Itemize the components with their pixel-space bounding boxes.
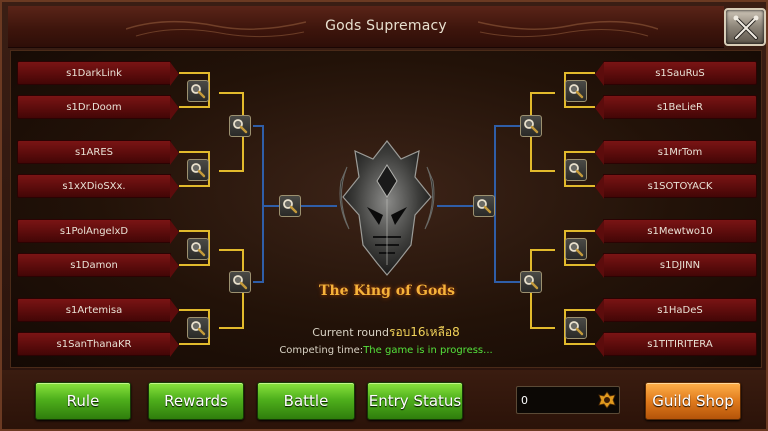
- current-round-label: Current round: [312, 326, 389, 339]
- player-slot-right-6[interactable]: s1DJINN: [595, 253, 757, 278]
- rewards-button[interactable]: Rewards: [148, 382, 244, 420]
- current-round-value: รอบ16เหลือ8: [389, 325, 460, 339]
- player-slot-left-8[interactable]: s1SanThanaKR: [17, 332, 179, 357]
- player-slot-right-5[interactable]: s1Mewtwo10: [595, 219, 757, 244]
- bottom-toolbar: Rule Rewards Battle Report Entry Status …: [2, 370, 766, 429]
- close-button[interactable]: [724, 8, 766, 46]
- magnifier-icon: [233, 275, 248, 290]
- rule-button[interactable]: Rule: [35, 382, 131, 420]
- entry-status-button[interactable]: Entry Status: [367, 382, 463, 420]
- token-count-value: 0: [521, 394, 528, 407]
- player-slot-right-3[interactable]: s1MrTom: [595, 140, 757, 165]
- magnifier-icon: [569, 84, 584, 99]
- window-title: Gods Supremacy: [325, 18, 447, 34]
- god-token-icon: [598, 391, 616, 409]
- match-view-button[interactable]: [565, 159, 587, 181]
- king-of-gods-title: The King of Gods: [319, 283, 455, 299]
- player-slot-left-2[interactable]: s1Dr.Doom: [17, 95, 179, 120]
- player-slot-right-4[interactable]: s1SOTOYACK: [595, 174, 757, 199]
- player-slot-left-1[interactable]: s1DarkLink: [17, 61, 179, 86]
- match-view-button[interactable]: [229, 115, 251, 137]
- token-counter: 0: [516, 386, 620, 414]
- match-view-button[interactable]: [565, 238, 587, 260]
- competing-time-line: Competing time:The game is in progress..…: [241, 345, 531, 356]
- player-slot-right-7[interactable]: s1HaDeS: [595, 298, 757, 323]
- magnifier-icon: [191, 321, 206, 336]
- player-slot-right-8[interactable]: s1TITIRITERA: [595, 332, 757, 357]
- match-view-button[interactable]: [187, 317, 209, 339]
- match-view-button[interactable]: [565, 317, 587, 339]
- magnifier-icon: [283, 199, 298, 214]
- tournament-bracket: s1DarkLink s1Dr.Doom s1ARES s1xXDioSXx. …: [10, 50, 762, 368]
- match-view-button[interactable]: [187, 80, 209, 102]
- player-slot-left-6[interactable]: s1Damon: [17, 253, 179, 278]
- match-view-button[interactable]: [229, 271, 251, 293]
- magnifier-icon: [524, 275, 539, 290]
- magnifier-icon: [569, 321, 584, 336]
- player-slot-left-4[interactable]: s1xXDioSXx.: [17, 174, 179, 199]
- magnifier-icon: [524, 119, 539, 134]
- match-view-button[interactable]: [520, 115, 542, 137]
- magnifier-icon: [191, 163, 206, 178]
- current-round-line: Current roundรอบ16เหลือ8: [261, 323, 511, 342]
- player-slot-left-3[interactable]: s1ARES: [17, 140, 179, 165]
- battle-report-button[interactable]: Battle Report: [257, 382, 355, 429]
- magnifier-icon: [477, 199, 492, 214]
- guild-shop-button[interactable]: Guild Shop: [645, 382, 741, 420]
- close-cross-icon: [733, 15, 759, 40]
- player-slot-right-2[interactable]: s1BeLieR: [595, 95, 757, 120]
- match-view-button[interactable]: [187, 238, 209, 260]
- player-slot-right-1[interactable]: s1SauRuS: [595, 61, 757, 86]
- competing-time-value: The game is in progress...: [363, 345, 493, 356]
- competing-time-label: Competing time:: [279, 345, 364, 356]
- match-view-button[interactable]: [279, 195, 301, 217]
- match-view-button[interactable]: [187, 159, 209, 181]
- match-view-button[interactable]: [520, 271, 542, 293]
- match-view-button[interactable]: [565, 80, 587, 102]
- player-slot-left-5[interactable]: s1PolAngelxD: [17, 219, 179, 244]
- gods-supremacy-window: Gods Supremacy s1DarkLink s1Dr.Doom s1AR…: [0, 0, 768, 431]
- magnifier-icon: [191, 84, 206, 99]
- magnifier-icon: [569, 242, 584, 257]
- magnifier-icon: [191, 242, 206, 257]
- dark-helmet-emblem-icon: [339, 140, 435, 276]
- magnifier-icon: [233, 119, 248, 134]
- match-view-button[interactable]: [473, 195, 495, 217]
- player-slot-left-7[interactable]: s1Artemisa: [17, 298, 179, 323]
- magnifier-icon: [569, 163, 584, 178]
